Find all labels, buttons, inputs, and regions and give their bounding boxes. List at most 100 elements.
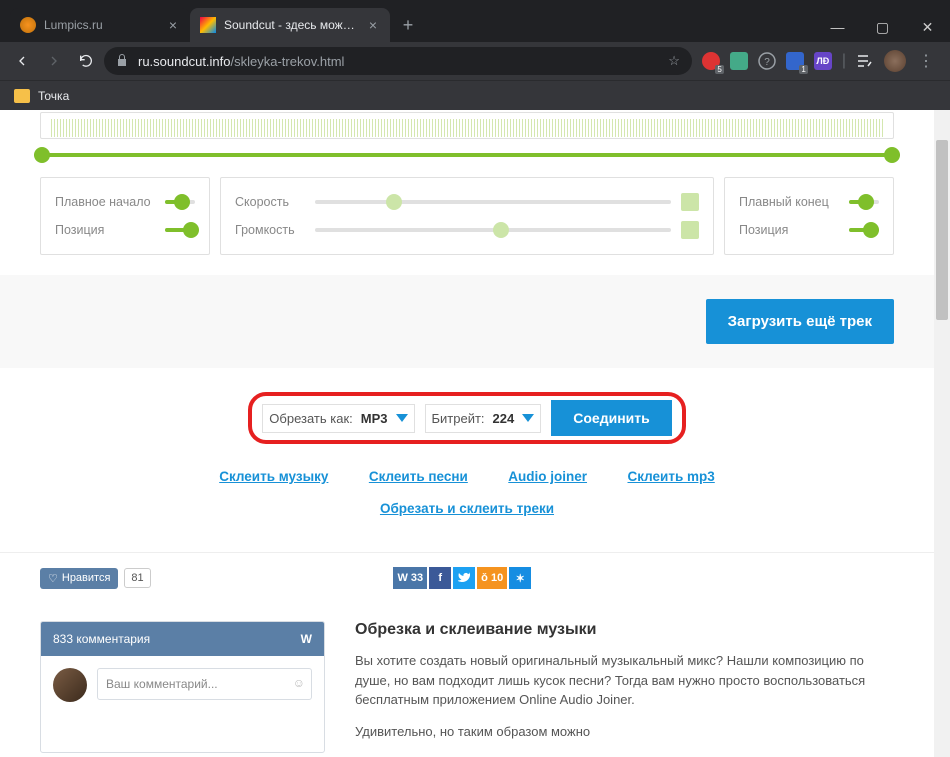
position-slider[interactable] [165,228,195,232]
like-count: 81 [124,568,150,588]
tab-title: Lumpics.ru [44,18,160,32]
user-avatar [53,668,87,702]
like-label: Нравится [62,572,111,584]
chevron-down-icon [396,414,408,422]
upload-track-button[interactable]: Загрузить ещё трек [706,299,894,344]
range-start-handle[interactable] [34,147,50,163]
fade-out-slider[interactable] [849,200,879,204]
fade-out-label: Плавный конец [739,195,849,209]
ext-badge: 1 [799,65,807,74]
close-window-button[interactable]: ✕ [905,12,950,42]
speed-volume-card: Скорость Громкость [220,177,714,255]
position-slider[interactable] [849,228,879,232]
tab-title: Soundcut - здесь можно обрез… [224,18,360,32]
close-icon[interactable]: × [366,18,380,32]
profile-avatar[interactable] [884,50,906,72]
maximize-button[interactable]: ▢ [860,12,905,42]
url-path: /skleyka-trekov.html [231,54,345,69]
join-button[interactable]: Соединить [551,400,671,436]
folder-icon [14,89,30,103]
scrollbar[interactable] [934,110,950,757]
speed-slider[interactable] [315,200,671,204]
menu-button[interactable]: ⋮ [916,47,936,75]
related-links: Склеить музыку Склеить песни Audio joine… [0,454,934,500]
upload-section: Загрузить ещё трек [0,275,934,368]
speed-toggle[interactable] [681,193,699,211]
format-select[interactable]: Обрезать как: MP3 [262,404,414,433]
waveform-card [40,112,894,139]
share-vk[interactable]: W 33 [393,567,427,589]
range-end-handle[interactable] [884,147,900,163]
comment-input[interactable]: Ваш комментарий... ☺ [97,668,312,700]
social-row: ♡ Нравится 81 W 33 f ǒ 10 ✶ [0,552,934,611]
extension-icon[interactable]: ? [758,52,776,70]
extension-icon[interactable]: 1 [786,52,804,70]
tab-strip: Lumpics.ru × Soundcut - здесь можно обре… [0,0,815,42]
share-mail[interactable]: ✶ [509,567,531,589]
address-bar[interactable]: ru.soundcut.info/skleyka-trekov.html ☆ [104,47,692,75]
speed-label: Скорость [235,195,315,209]
link-merge-music[interactable]: Склеить музыку [219,469,328,484]
extension-icon[interactable]: ЛĐ [814,52,832,70]
bitrate-label: Битрейт: [432,411,485,426]
bookmark-item[interactable]: Точка [38,89,69,103]
reload-button[interactable] [72,47,100,75]
comments-count: 833 комментария [53,632,150,646]
volume-label: Громкость [235,223,315,237]
bitrate-value: 224 [493,411,515,426]
comment-placeholder: Ваш комментарий... [106,677,218,691]
emoji-icon[interactable]: ☺ [293,676,305,690]
share-tw[interactable] [453,567,475,589]
scroll-thumb[interactable] [936,140,948,320]
comments-header: 833 комментария W [41,622,324,656]
position-label: Позиция [739,223,849,237]
back-button[interactable] [8,47,36,75]
link-merge-mp3[interactable]: Склеить mp3 [627,469,714,484]
position-label: Позиция [55,223,165,237]
minimize-button[interactable]: — [815,12,860,42]
chevron-down-icon [522,414,534,422]
related-links-2: Обрезать и склеить треки [0,500,934,532]
ext-badge: 5 [715,65,723,74]
favicon-soundcut [200,17,216,33]
format-value: MP3 [361,411,388,426]
link-merge-songs[interactable]: Склеить песни [369,469,468,484]
browser-tab-soundcut[interactable]: Soundcut - здесь можно обрез… × [190,8,390,42]
fade-out-card: Плавный конец Позиция [724,177,894,255]
extension-icon[interactable] [730,52,748,70]
heart-icon: ♡ [48,572,58,585]
volume-slider[interactable] [315,228,671,232]
link-audio-joiner[interactable]: Audio joiner [508,469,587,484]
fade-in-slider[interactable] [165,200,195,204]
new-tab-button[interactable]: + [394,11,422,39]
extension-icon[interactable]: 5 [702,52,720,70]
browser-titlebar: Lumpics.ru × Soundcut - здесь можно обре… [0,0,950,42]
fade-in-card: Плавное начало Позиция [40,177,210,255]
export-section: Обрезать как: MP3 Битрейт: 224 Соединить [0,368,934,454]
vk-like-widget[interactable]: ♡ Нравится 81 [40,568,151,589]
comments-widget: 833 комментария W Ваш комментарий... ☺ [40,621,325,753]
browser-tab-lumpics[interactable]: Lumpics.ru × [10,8,190,42]
article-heading: Обрезка и склеивание музыки [355,621,894,639]
extensions: 5 ? 1 ЛĐ | ⋮ [696,47,942,75]
share-ok[interactable]: ǒ 10 [477,567,507,589]
bookmarks-bar: Точка [0,80,950,110]
page-content: Плавное начало Позиция Скорость [0,110,950,757]
fade-in-label: Плавное начало [55,195,165,209]
reading-list-icon[interactable] [856,52,874,70]
bitrate-select[interactable]: Битрейт: 224 [425,404,542,433]
forward-button[interactable] [40,47,68,75]
waveform [51,119,883,137]
share-fb[interactable]: f [429,567,451,589]
url-host: ru.soundcut.info [138,54,231,69]
window-controls: — ▢ ✕ [815,12,950,42]
range-slider[interactable] [34,143,900,167]
divider: | [842,52,846,70]
share-buttons: W 33 f ǒ 10 ✶ [393,567,531,589]
toolbar: ru.soundcut.info/skleyka-trekov.html ☆ 5… [0,42,950,80]
volume-toggle[interactable] [681,221,699,239]
format-label: Обрезать как: [269,411,352,426]
close-icon[interactable]: × [166,18,180,32]
bookmark-star-icon[interactable]: ☆ [668,53,680,69]
link-cut-merge[interactable]: Обрезать и склеить треки [380,501,554,516]
